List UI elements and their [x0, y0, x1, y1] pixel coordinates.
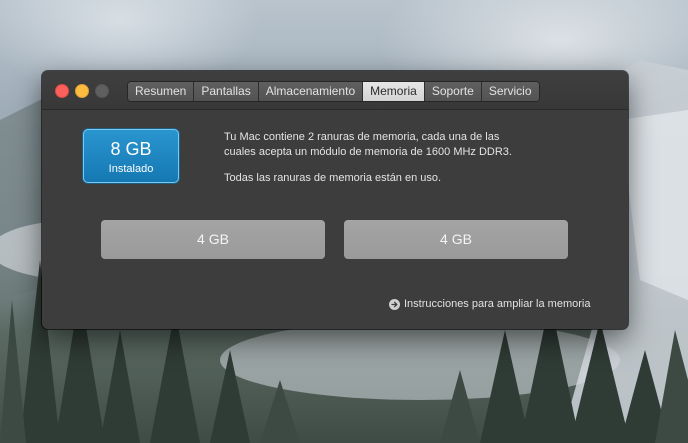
slots-status-text: Todas las ranuras de memoria están en us…: [224, 172, 442, 184]
about-this-mac-window: Resumen Pantallas Almacenamiento Memoria…: [42, 71, 628, 329]
close-window-button[interactable]: [55, 84, 69, 98]
slots-info-line-2: cuales acepta un módulo de memoria de 16…: [224, 146, 512, 158]
slots-info-text: Tu Mac contiene 2 ranuras de memoria, ca…: [224, 130, 554, 160]
tab-bar: Resumen Pantallas Almacenamiento Memoria…: [127, 81, 540, 102]
zoom-window-button[interactable]: [95, 84, 109, 98]
memory-panel: 8 GB Instalado Tu Mac contiene 2 ranuras…: [42, 110, 628, 329]
tab-soporte[interactable]: Soporte: [424, 82, 482, 101]
installed-memory-size: 8 GB: [110, 139, 152, 159]
installed-memory-label: Instalado: [108, 163, 154, 175]
tab-servicio[interactable]: Servicio: [481, 82, 539, 101]
tab-memoria[interactable]: Memoria: [363, 82, 425, 101]
tab-resumen[interactable]: Resumen: [128, 82, 195, 101]
memory-upgrade-link-label: Instrucciones para ampliar la memoria: [404, 298, 591, 310]
window-titlebar[interactable]: Resumen Pantallas Almacenamiento Memoria…: [42, 71, 628, 110]
memory-description: Tu Mac contiene 2 ranuras de memoria, ca…: [224, 130, 554, 186]
installed-memory-badge: 8 GB Instalado: [83, 129, 179, 183]
tab-almacenamiento[interactable]: Almacenamiento: [258, 82, 364, 101]
arrow-right-circle-icon: [389, 298, 400, 310]
memory-upgrade-link[interactable]: Instrucciones para ampliar la memoria: [389, 296, 590, 312]
slots-info-line-1: Tu Mac contiene 2 ranuras de memoria, ca…: [224, 131, 500, 143]
memory-slot-1: 4 GB: [101, 220, 325, 259]
minimize-window-button[interactable]: [75, 84, 89, 98]
tab-pantallas[interactable]: Pantallas: [194, 82, 259, 101]
memory-slot-2: 4 GB: [344, 220, 568, 259]
